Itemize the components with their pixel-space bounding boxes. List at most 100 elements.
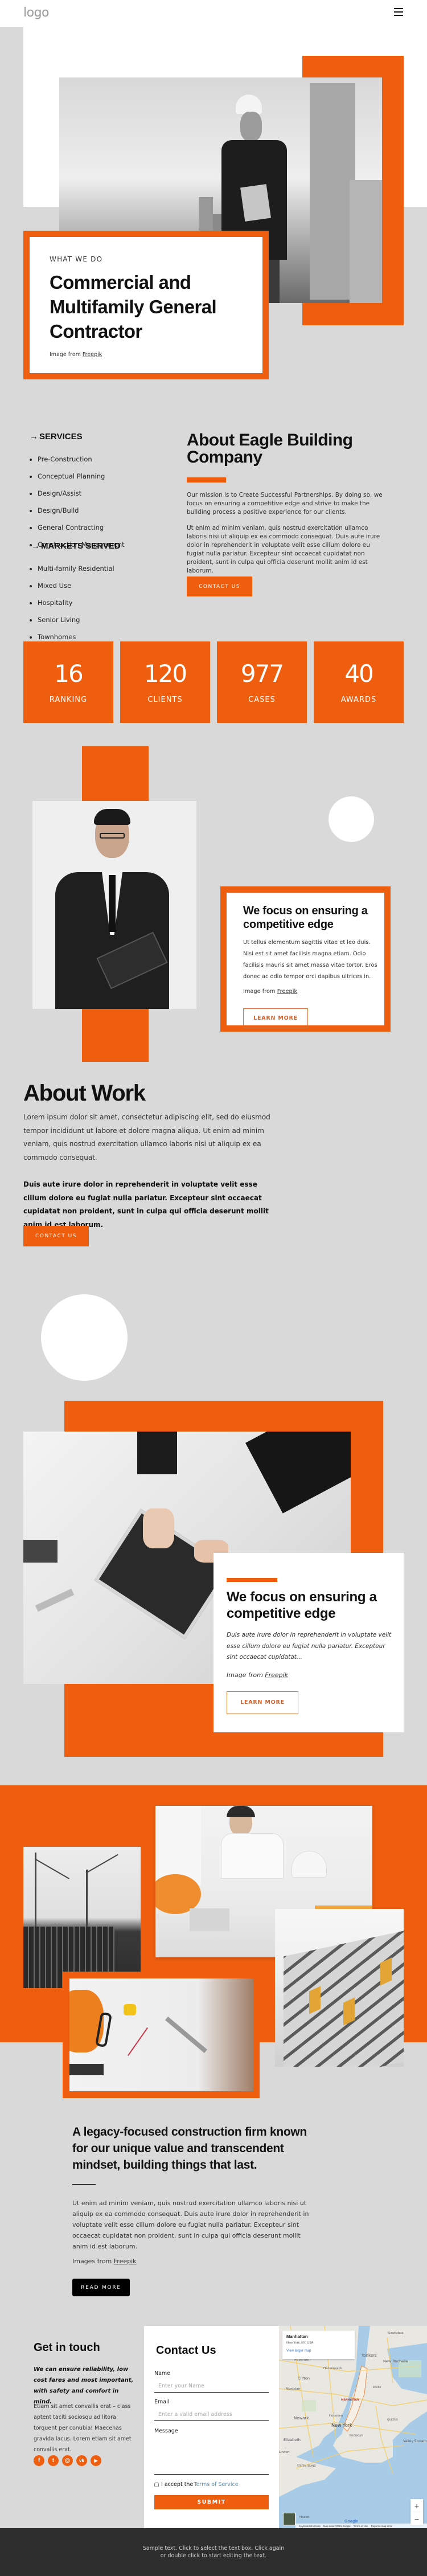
about-title: About Eagle Building Company (187, 431, 353, 467)
twitter-icon[interactable]: t (48, 2455, 59, 2466)
about-paragraph: Ut enim ad minim veniam, quis nostrud ex… (187, 525, 380, 574)
about-work-title: About Work (23, 1081, 146, 1106)
satellite-toggle[interactable] (283, 2513, 295, 2525)
stat-label: AWARDS (340, 696, 377, 704)
legacy-image-credit: Images from Freepik (72, 2258, 137, 2265)
about-work-bold-paragraph: Duis aute irure dolor in reprehenderit i… (23, 1180, 269, 1229)
contact-us-button[interactable]: CONTACT US (23, 1226, 89, 1246)
learn-more-button[interactable]: LEARN MORE (227, 1691, 298, 1714)
learn-more-button[interactable]: LEARN MORE (243, 1008, 308, 1028)
market-item: Hospitality (38, 594, 121, 611)
stat-label: CLIENTS (147, 696, 183, 704)
laptop-body: Duis aute irure dolor in reprehenderit i… (227, 1632, 392, 1661)
stat-card: 120 CLIENTS (120, 641, 210, 723)
map-label: Elizabeth (284, 2438, 301, 2442)
map-label: BRONX (373, 2386, 381, 2389)
service-item: Design/Assist (38, 485, 125, 502)
freepik-link[interactable]: Freepik (277, 988, 297, 995)
accent-bar (187, 477, 226, 483)
terms-of-service-link[interactable]: Terms of Service (194, 2481, 238, 2488)
map-label: Yonkers (362, 2353, 377, 2358)
zoom-in-button[interactable]: + (410, 2499, 423, 2512)
read-more-button[interactable]: READ MORE (72, 2279, 130, 2296)
vk-icon[interactable]: vk (76, 2455, 87, 2466)
submit-button[interactable]: SUBMIT (154, 2495, 269, 2509)
hamburger-menu-icon[interactable] (394, 8, 403, 16)
map-data-text: Map data ©2021 Google (323, 2524, 351, 2528)
services-items: Pre-Construction Conceptual Planning Des… (30, 451, 125, 553)
credit-prefix: Image from (243, 988, 277, 995)
decorative-block (82, 746, 149, 801)
terms-of-use-link[interactable]: Terms of Use (354, 2525, 368, 2528)
map-label: BROOKLYN (350, 2435, 364, 2438)
credit-prefix: Images from (72, 2258, 114, 2265)
message-textarea[interactable] (154, 2437, 269, 2475)
edge-title: We focus on ensuring a competitive edge (243, 905, 368, 931)
get-in-touch-title: Get in touch (34, 2341, 100, 2354)
markets-title: → MARKETS SERVED (31, 541, 121, 551)
hero-card: WHAT WE DO Commercial and Multifamily Ge… (23, 231, 269, 379)
blueprints-tools-image (69, 1978, 253, 2091)
map-label: MANHATTAN (341, 2399, 359, 2402)
map-label: Scarsdale (388, 2332, 404, 2335)
laptop-title: We focus on ensuring a competitive edge (227, 1589, 377, 1621)
service-item: Design/Build (38, 502, 125, 519)
service-item: Conceptual Planning (38, 468, 125, 485)
map-label: Hoboken (329, 2414, 343, 2418)
freepik-link[interactable]: Freepik (265, 1671, 288, 1679)
edge-body: Ut tellus elementum sagittis vitae et le… (243, 939, 377, 980)
edge-image-credit: Image from Freepik (243, 988, 384, 995)
freepik-link[interactable]: Freepik (83, 351, 102, 358)
youtube-icon[interactable]: ▶ (91, 2455, 101, 2466)
stat-label: RANKING (49, 696, 88, 704)
credit-prefix: Image from (50, 351, 83, 358)
map-address: New York, NY, USA (286, 2341, 314, 2345)
view-larger-map-link[interactable]: View larger map (286, 2349, 351, 2353)
accent-bar (227, 1578, 277, 1582)
terms-checkbox[interactable] (154, 2482, 159, 2487)
contact-us-button[interactable]: CONTACT US (187, 576, 252, 596)
market-item: Multi-family Residential (38, 560, 121, 577)
terms-checkbox-row[interactable]: I accept the Terms of Service (154, 2481, 239, 2488)
stat-value: 120 (143, 660, 187, 688)
map-label: Montclair (286, 2387, 301, 2391)
map-label: New York (331, 2423, 352, 2428)
name-input[interactable] (154, 2380, 269, 2393)
report-map-error-link[interactable]: Report a map error (371, 2525, 392, 2528)
businessman-image (32, 801, 196, 1009)
map-label: New Rochelle (383, 2359, 408, 2364)
services-title: → SERVICES (30, 432, 125, 441)
map-label: Valley Stream (403, 2439, 427, 2443)
map-label: Hazlet (299, 2516, 310, 2519)
freepik-link[interactable]: Freepik (114, 2258, 137, 2265)
email-input[interactable] (154, 2409, 269, 2421)
laptop-card: We focus on ensuring a competitive edge … (214, 1553, 404, 1732)
google-map[interactable]: Yonkers New Rochelle Paterson Hackensack… (279, 2326, 427, 2528)
edge-card: We focus on ensuring a competitive edge … (220, 886, 391, 1032)
laptop-image-credit: Image from Freepik (227, 1671, 404, 1679)
instagram-icon[interactable]: ◎ (62, 2455, 73, 2466)
map-attribution: Keyboard shortcuts Map data ©2021 Google… (295, 2524, 427, 2528)
contact-title: Contact Us (156, 2344, 216, 2357)
facebook-icon[interactable]: f (34, 2455, 44, 2466)
map-label: Hackensack (323, 2367, 342, 2370)
name-label: Name (154, 2370, 171, 2377)
map-info-window: Manhattan New York, NY, USA View larger … (282, 2330, 355, 2359)
legacy-body: Ut enim ad minim veniam, quis nostrud ex… (72, 2199, 309, 2250)
about-work-paragraph: Lorem ipsum dolor sit amet, consectetur … (23, 1113, 270, 1162)
logo[interactable]: logo (23, 6, 50, 20)
market-item: Mixed Use (38, 577, 121, 594)
decorative-block (82, 1009, 149, 1062)
get-in-touch-body: Etiam sit amet convallis erat – class ap… (34, 2403, 132, 2453)
keyboard-shortcuts-link[interactable]: Keyboard shortcuts (299, 2525, 321, 2528)
legacy-title: A legacy-focused construction firm known… (72, 2125, 307, 2172)
footer-text[interactable]: Sample text. Click to select the text bo… (139, 2545, 288, 2559)
hero-image-credit: Image from Freepik (50, 351, 262, 358)
message-label: Message (154, 2428, 178, 2434)
stat-card: 16 RANKING (23, 641, 113, 723)
arrow-right-icon: → (30, 432, 38, 441)
hero-eyebrow: WHAT WE DO (50, 255, 103, 263)
service-item: General Contracting (38, 519, 125, 536)
decorative-circle (41, 1294, 128, 1381)
apartment-building-image (275, 1909, 404, 2067)
